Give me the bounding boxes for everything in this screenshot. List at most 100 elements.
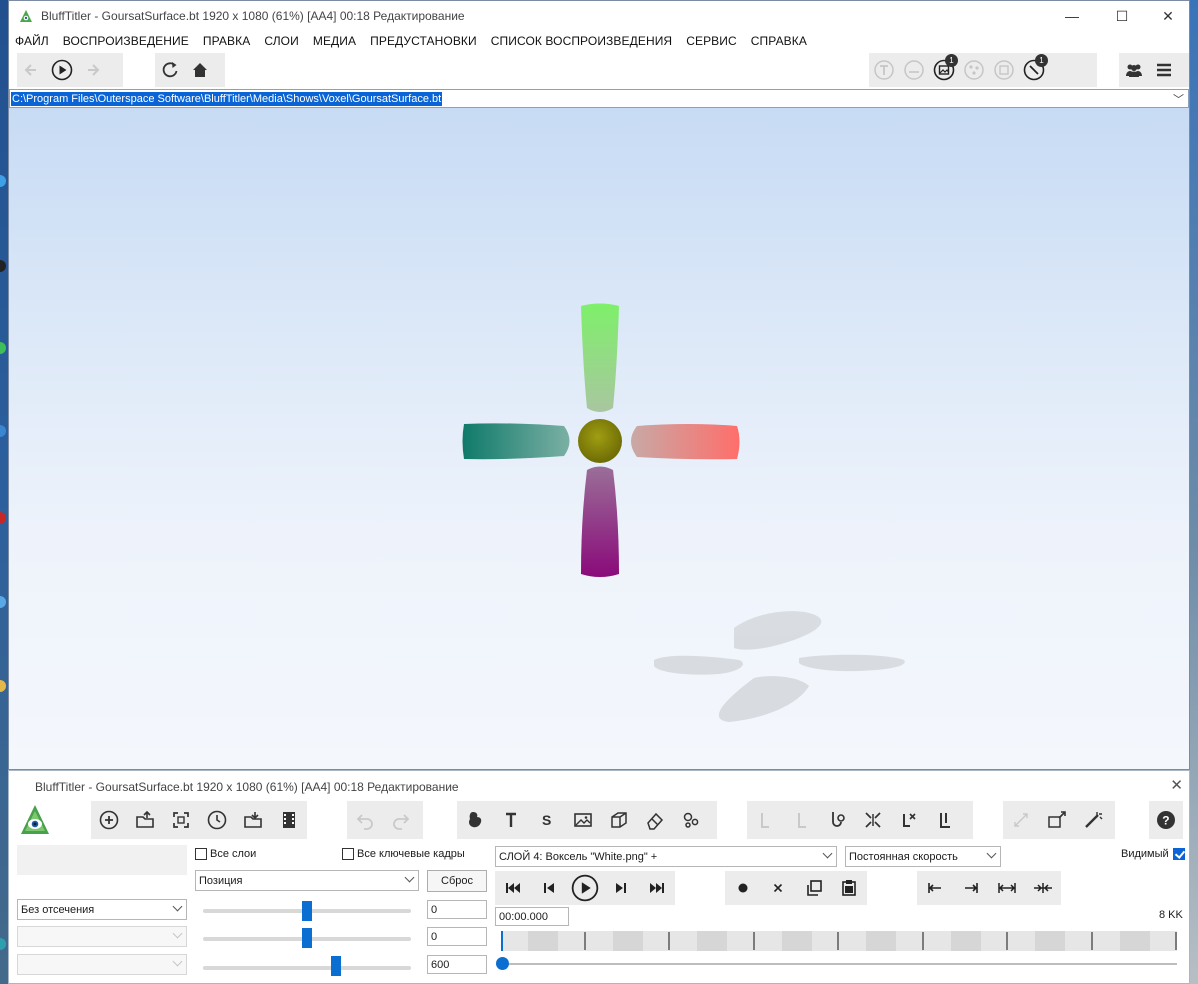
desktop-icon[interactable] xyxy=(0,596,6,608)
file-path-input[interactable]: C:\Program Files\Outerspace Software\Blu… xyxy=(11,91,443,106)
hamburger-menu-button[interactable] xyxy=(1149,55,1179,85)
checkbox-box[interactable] xyxy=(195,848,207,860)
play-button[interactable] xyxy=(47,55,77,85)
paste-layer-button[interactable] xyxy=(783,803,819,837)
center-layer-button[interactable] xyxy=(855,803,891,837)
set-end-button[interactable] xyxy=(953,871,989,905)
next-frame-button[interactable] xyxy=(603,871,639,905)
users-button[interactable] xyxy=(1119,55,1149,85)
scrubber-track[interactable] xyxy=(501,963,1177,965)
undo-button[interactable] xyxy=(347,803,383,837)
history-button[interactable] xyxy=(199,803,235,837)
delete-layer-button[interactable] xyxy=(891,803,927,837)
keyframe-marker[interactable] xyxy=(837,932,839,950)
keyframe-marker[interactable] xyxy=(1090,932,1093,950)
clipping-select[interactable]: Без отсечения xyxy=(17,899,187,920)
keyframe-marker[interactable] xyxy=(668,932,670,950)
cube-button[interactable] xyxy=(989,55,1019,85)
paint-layer-button[interactable] xyxy=(457,803,493,837)
select-area-button[interactable] xyxy=(163,803,199,837)
speed-select[interactable]: Постоянная скорость xyxy=(845,846,1001,867)
add-button[interactable] xyxy=(91,803,127,837)
close-button[interactable]: ✕ xyxy=(1145,1,1191,31)
property-select[interactable]: Позиция xyxy=(195,870,419,891)
slider-y-thumb[interactable] xyxy=(302,928,312,948)
path-bar[interactable]: C:\Program Files\Outerspace Software\Blu… xyxy=(9,89,1189,108)
menu-tools[interactable]: СЕРВИС xyxy=(686,34,737,48)
delete-keyframe-button[interactable] xyxy=(761,871,797,905)
keyframe-marker[interactable] xyxy=(752,932,755,950)
all-keyframes-checkbox[interactable]: Все ключевые кадры xyxy=(342,848,465,860)
magic-wand-button[interactable] xyxy=(1075,803,1111,837)
text-layer-button[interactable] xyxy=(493,803,529,837)
model-layer-button[interactable] xyxy=(601,803,637,837)
home-button[interactable] xyxy=(185,55,215,85)
forward-button[interactable] xyxy=(77,55,107,85)
menu-file[interactable]: ФАЙЛ xyxy=(15,34,49,48)
text-tool-button[interactable] xyxy=(869,55,899,85)
fit-view-button[interactable] xyxy=(1003,803,1039,837)
layer-select[interactable]: СЛОЙ 4: Воксель "White.png" + xyxy=(495,846,837,867)
import-button[interactable] xyxy=(235,803,271,837)
refresh-button[interactable] xyxy=(155,55,185,85)
checkbox-checked[interactable] xyxy=(1172,848,1185,860)
render-video-button[interactable] xyxy=(271,803,307,837)
particle-layer-button[interactable] xyxy=(673,803,709,837)
eraser-layer-button[interactable] xyxy=(637,803,673,837)
expand-range-button[interactable] xyxy=(989,871,1025,905)
chevron-down-icon[interactable]: ﹀ xyxy=(1173,91,1184,107)
value-y-input[interactable]: 0 xyxy=(427,927,487,946)
desktop-icon[interactable] xyxy=(0,342,6,354)
checkbox-box[interactable] xyxy=(342,848,354,860)
desktop-icon[interactable] xyxy=(0,512,6,524)
help-button[interactable]: ? xyxy=(1149,803,1183,837)
set-start-button[interactable] xyxy=(917,871,953,905)
menu-help[interactable]: СПРАВКА xyxy=(751,34,807,48)
preview-viewport[interactable] xyxy=(9,108,1189,769)
keyframe-marker[interactable] xyxy=(1006,932,1008,950)
keyframe-marker[interactable] xyxy=(583,932,586,950)
effects-button[interactable]: 1 xyxy=(1019,54,1049,85)
redo-button[interactable] xyxy=(383,803,419,837)
reset-button[interactable]: Сброс xyxy=(427,870,487,892)
open-button[interactable] xyxy=(127,803,163,837)
media-library-button[interactable]: 1 xyxy=(929,54,959,85)
all-layers-checkbox[interactable]: Все слои xyxy=(195,848,256,860)
slider-z-thumb[interactable] xyxy=(331,956,342,976)
skip-to-end-button[interactable] xyxy=(639,871,675,905)
menu-media[interactable]: МЕДИА xyxy=(313,34,356,48)
skip-to-start-button[interactable] xyxy=(495,871,531,905)
network-button[interactable] xyxy=(959,55,989,85)
slider-z-track[interactable] xyxy=(203,966,411,970)
menu-playback[interactable]: ВОСПРОИЗВЕДЕНИЕ xyxy=(63,34,189,48)
maximize-button[interactable]: ☐ xyxy=(1099,1,1145,31)
copy-layer-button[interactable] xyxy=(747,803,783,837)
fullscreen-button[interactable] xyxy=(1039,803,1075,837)
picture-layer-button[interactable] xyxy=(565,803,601,837)
desktop-icon[interactable] xyxy=(0,938,6,950)
link-layer-button[interactable] xyxy=(819,803,855,837)
layer-properties-button[interactable] xyxy=(927,803,963,837)
desktop-icon[interactable] xyxy=(0,175,6,187)
special-layer-button[interactable]: S xyxy=(529,803,565,837)
desktop-icon[interactable] xyxy=(0,680,6,692)
copy-keyframe-button[interactable] xyxy=(796,871,832,905)
keyframe-marker[interactable] xyxy=(921,932,924,950)
play-pause-button[interactable] xyxy=(567,871,603,905)
value-x-input[interactable]: 0 xyxy=(427,900,487,919)
slider-x-thumb[interactable] xyxy=(302,901,312,921)
visible-checkbox[interactable]: Видимый xyxy=(1121,848,1188,860)
scrubber-handle[interactable] xyxy=(496,957,509,970)
timeline-track[interactable] xyxy=(501,931,1177,951)
keyframe-marker[interactable] xyxy=(1175,932,1177,950)
menu-playlist[interactable]: СПИСОК ВОСПРОИЗВЕДЕНИЯ xyxy=(491,34,672,48)
resolution-button[interactable] xyxy=(899,55,929,85)
value-z-input[interactable]: 600 xyxy=(427,955,487,974)
menu-presets[interactable]: ПРЕДУСТАНОВКИ xyxy=(370,34,477,48)
add-keyframe-button[interactable] xyxy=(725,871,761,905)
desktop-icon[interactable] xyxy=(0,425,6,437)
panel-close-button[interactable]: ✕ xyxy=(1170,776,1183,794)
shrink-range-button[interactable] xyxy=(1025,871,1061,905)
paste-keyframe-button[interactable] xyxy=(832,871,868,905)
time-input[interactable]: 00:00.000 xyxy=(495,907,569,926)
